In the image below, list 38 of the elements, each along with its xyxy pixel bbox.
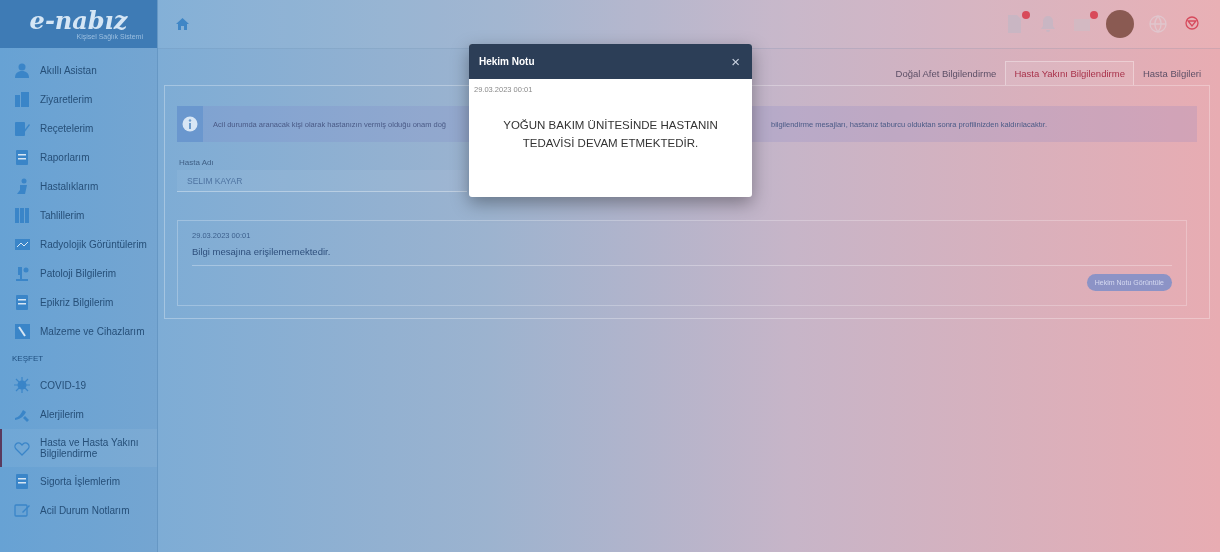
sidebar-item[interactable]: Reçetelerim — [0, 114, 157, 143]
sidebar-item[interactable]: Ziyaretlerim — [0, 85, 157, 114]
note-icon — [14, 502, 31, 519]
sidebar-item[interactable]: Epikriz Bilgilerim — [0, 288, 157, 317]
sidebar-item[interactable]: Raporlarım — [0, 143, 157, 172]
section-heading: KEŞFET — [11, 353, 45, 365]
virus-icon — [14, 377, 31, 394]
report-icon — [14, 294, 31, 311]
sidebar-item[interactable]: Patoloji Bilgilerim — [0, 259, 157, 288]
sidebar-item[interactable]: Akıllı Asistan — [0, 56, 157, 85]
notification-badge — [1090, 11, 1098, 19]
notification-badge — [1022, 11, 1030, 19]
info-icon — [182, 116, 198, 132]
close-button[interactable]: × — [729, 54, 742, 69]
report-icon — [14, 149, 31, 166]
home-icon[interactable] — [176, 18, 189, 30]
tab[interactable]: Doğal Afet Bilgilendirme — [886, 61, 1006, 85]
tubes-icon — [14, 207, 31, 224]
building-icon — [14, 91, 31, 108]
tab[interactable]: Hasta Bilgileri — [1133, 61, 1210, 85]
sidebar-item[interactable]: Acil Durum Notlarım — [0, 496, 157, 525]
dialog-title: Hekim Notu — [479, 56, 535, 67]
user-avatar[interactable] — [1106, 10, 1134, 38]
person-icon — [14, 62, 31, 79]
sidebar-item[interactable]: Malzeme ve Cihazlarım — [0, 317, 157, 346]
message-text: Bilgi mesajına erişilememektedir. — [192, 246, 1172, 266]
sidebar-item[interactable]: Sigorta İşlemlerim — [0, 467, 157, 496]
heart-icon — [14, 439, 31, 457]
sidebar-item[interactable]: Alerjilerim — [0, 400, 157, 429]
tab[interactable]: Hasta Yakını Bilgilendirme — [1005, 61, 1134, 85]
sidebar-item[interactable]: Hastalıklarım — [0, 172, 157, 201]
report-icon — [14, 473, 31, 490]
note-text: YOĞUN BAKIM ÜNİTESİNDE HASTANIN TEDAVİSİ DEVAM ETMEKTEDİR. — [502, 118, 719, 152]
sidebar-item[interactable]: Tahlillerim — [0, 201, 157, 230]
sidebar-item[interactable]: COVID-19 — [0, 371, 157, 400]
sidebar-item[interactable]: Hasta ve Hasta Yakını Bilgilendirme — [0, 429, 157, 467]
sidebar-item[interactable]: Radyolojik Görüntülerim — [0, 230, 157, 259]
field-label: Hasta Adı — [179, 158, 214, 167]
